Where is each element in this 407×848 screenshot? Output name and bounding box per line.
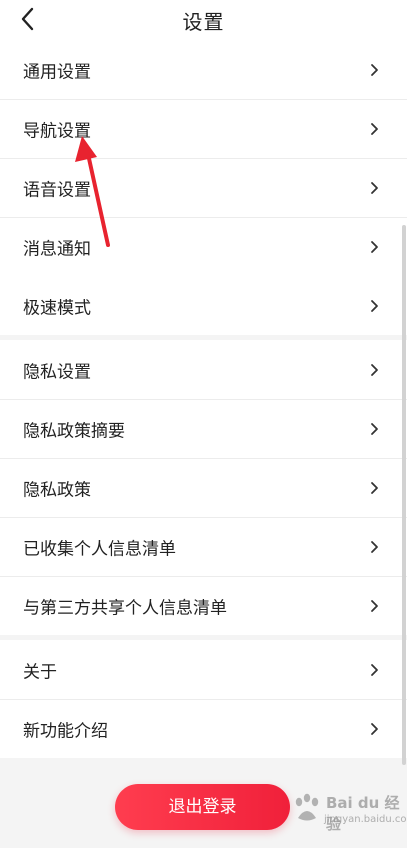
settings-item-label: 已收集个人信息清单 <box>23 539 176 560</box>
header-bar: 设置 <box>0 0 407 40</box>
chevron-right-icon <box>371 663 378 676</box>
settings-group-general: 通用设置 导航设置 语音设置 消息通知 <box>0 40 407 276</box>
settings-item-label: 隐私政策摘要 <box>23 421 125 442</box>
settings-item-label: 隐私政策 <box>23 480 91 501</box>
chevron-right-icon <box>371 182 378 194</box>
page-title: 设置 <box>182 10 225 34</box>
watermark-text: Bai du 经验 <box>326 794 400 833</box>
chevron-right-icon <box>371 241 378 253</box>
settings-item-label: 消息通知 <box>23 239 91 260</box>
settings-item-about[interactable]: 关于 <box>0 640 407 699</box>
settings-item-label: 关于 <box>23 662 57 682</box>
paw-logo-icon <box>295 793 319 821</box>
chevron-right-icon <box>371 541 378 553</box>
settings-item-label: 与第三方共享个人信息清单 <box>23 598 227 619</box>
chevron-right-icon <box>371 63 378 76</box>
settings-item-label: 隐私设置 <box>23 362 91 382</box>
chevron-right-icon <box>371 423 378 435</box>
settings-item-privacy-summary[interactable]: 隐私政策摘要 <box>0 399 407 458</box>
settings-item-label: 极速模式 <box>23 298 91 318</box>
settings-item-general[interactable]: 通用设置 <box>0 40 407 99</box>
chevron-right-icon <box>371 363 378 376</box>
settings-item-label: 新功能介绍 <box>23 721 108 742</box>
settings-group-about: 关于 新功能介绍 <box>0 640 407 758</box>
settings-item-privacy-policy[interactable]: 隐私政策 <box>0 458 407 517</box>
settings-item-notifications[interactable]: 消息通知 <box>0 217 407 276</box>
settings-item-collected-info-list[interactable]: 已收集个人信息清单 <box>0 517 407 576</box>
baidu-jingyan-watermark: Bai du 经验 jingyan.baidu.com <box>290 790 407 834</box>
chevron-right-icon <box>371 482 378 494</box>
settings-item-navigation[interactable]: 导航设置 <box>0 99 407 158</box>
settings-item-label: 导航设置 <box>23 121 91 142</box>
settings-item-voice[interactable]: 语音设置 <box>0 158 407 217</box>
logout-button[interactable]: 退出登录 <box>115 784 290 830</box>
settings-item-new-features[interactable]: 新功能介绍 <box>0 699 407 758</box>
settings-item-label: 通用设置 <box>23 62 91 82</box>
chevron-right-icon <box>371 299 378 312</box>
scrollbar[interactable] <box>402 225 406 765</box>
chevron-right-icon <box>371 723 378 735</box>
settings-group-mode: 极速模式 <box>0 276 407 335</box>
settings-item-privacy-settings[interactable]: 隐私设置 <box>0 340 407 399</box>
watermark-subtext: jingyan.baidu.com <box>324 814 407 825</box>
settings-item-speed-mode[interactable]: 极速模式 <box>0 276 407 335</box>
chevron-right-icon <box>371 123 378 135</box>
settings-item-label: 语音设置 <box>23 180 91 201</box>
settings-group-privacy: 隐私设置 隐私政策摘要 隐私政策 已收集个人信息清单 与第三方共享个人信息清单 <box>0 340 407 635</box>
settings-item-shared-info-list[interactable]: 与第三方共享个人信息清单 <box>0 576 407 635</box>
chevron-right-icon <box>371 600 378 612</box>
